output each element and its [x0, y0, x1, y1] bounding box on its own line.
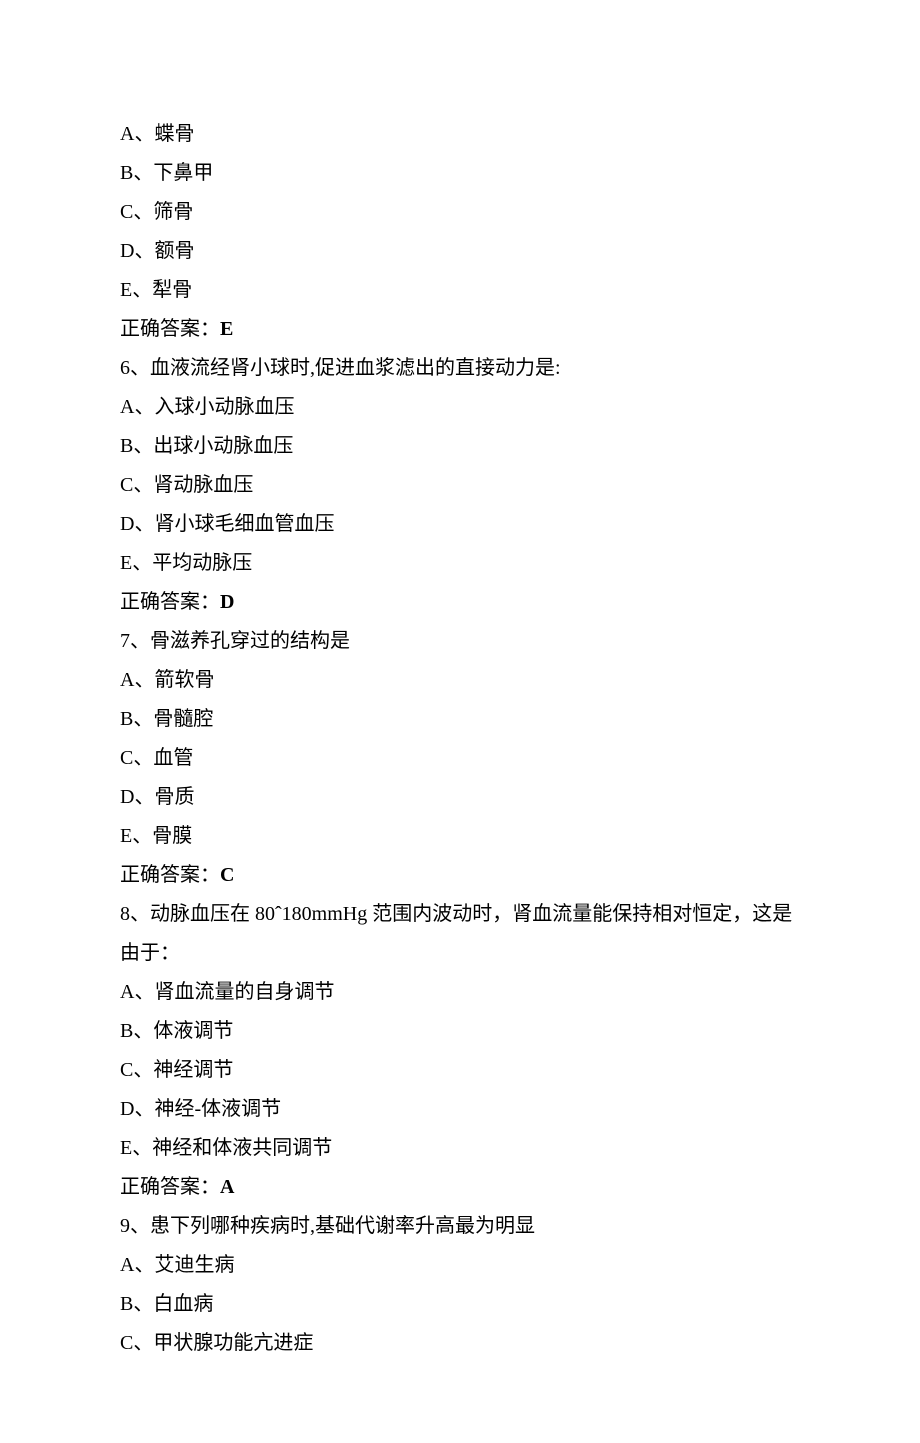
answer-line: 正确答案：C: [120, 856, 800, 895]
option-text: B、骨髓腔: [120, 700, 800, 739]
option-text: B、白血病: [120, 1285, 800, 1324]
option-text: D、骨质: [120, 778, 800, 817]
option-text: D、神经-体液调节: [120, 1090, 800, 1129]
option-text: C、肾动脉血压: [120, 466, 800, 505]
question-stem: 7、骨滋养孔穿过的结构是: [120, 622, 800, 661]
answer-label: 正确答案：: [120, 591, 220, 613]
option-text: E、犁骨: [120, 271, 800, 310]
option-text: C、甲状腺功能亢进症: [120, 1324, 800, 1363]
document-page: A、蝶骨 B、下鼻甲 C、筛骨 D、额骨 E、犁骨 正确答案：E 6、血液流经肾…: [0, 0, 920, 1443]
answer-label: 正确答案：: [120, 864, 220, 886]
answer-line: 正确答案：D: [120, 583, 800, 622]
option-text: C、神经调节: [120, 1051, 800, 1090]
question-stem: 9、患下列哪种疾病时,基础代谢率升高最为明显: [120, 1207, 800, 1246]
question-stem: 6、血液流经肾小球时,促进血浆滤出的直接动力是:: [120, 349, 800, 388]
option-text: A、艾迪生病: [120, 1246, 800, 1285]
option-text: A、入球小动脉血压: [120, 388, 800, 427]
answer-value: A: [220, 1176, 234, 1198]
answer-line: 正确答案：A: [120, 1168, 800, 1207]
answer-value: D: [220, 591, 234, 613]
answer-label: 正确答案：: [120, 318, 220, 340]
answer-value: E: [220, 318, 233, 340]
option-text: D、肾小球毛细血管血压: [120, 505, 800, 544]
option-text: C、血管: [120, 739, 800, 778]
option-text: E、骨膜: [120, 817, 800, 856]
option-text: E、神经和体液共同调节: [120, 1129, 800, 1168]
option-text: C、筛骨: [120, 193, 800, 232]
option-text: A、蝶骨: [120, 115, 800, 154]
option-text: A、箭软骨: [120, 661, 800, 700]
option-text: A、肾血流量的自身调节: [120, 973, 800, 1012]
option-text: D、额骨: [120, 232, 800, 271]
answer-label: 正确答案：: [120, 1176, 220, 1198]
question-stem: 8、动脉血压在 80ˆ180mmHg 范围内波动时，肾血流量能保持相对恒定，这是…: [120, 895, 800, 973]
option-text: B、出球小动脉血压: [120, 427, 800, 466]
answer-line: 正确答案：E: [120, 310, 800, 349]
answer-value: C: [220, 864, 234, 886]
option-text: B、体液调节: [120, 1012, 800, 1051]
option-text: B、下鼻甲: [120, 154, 800, 193]
option-text: E、平均动脉压: [120, 544, 800, 583]
